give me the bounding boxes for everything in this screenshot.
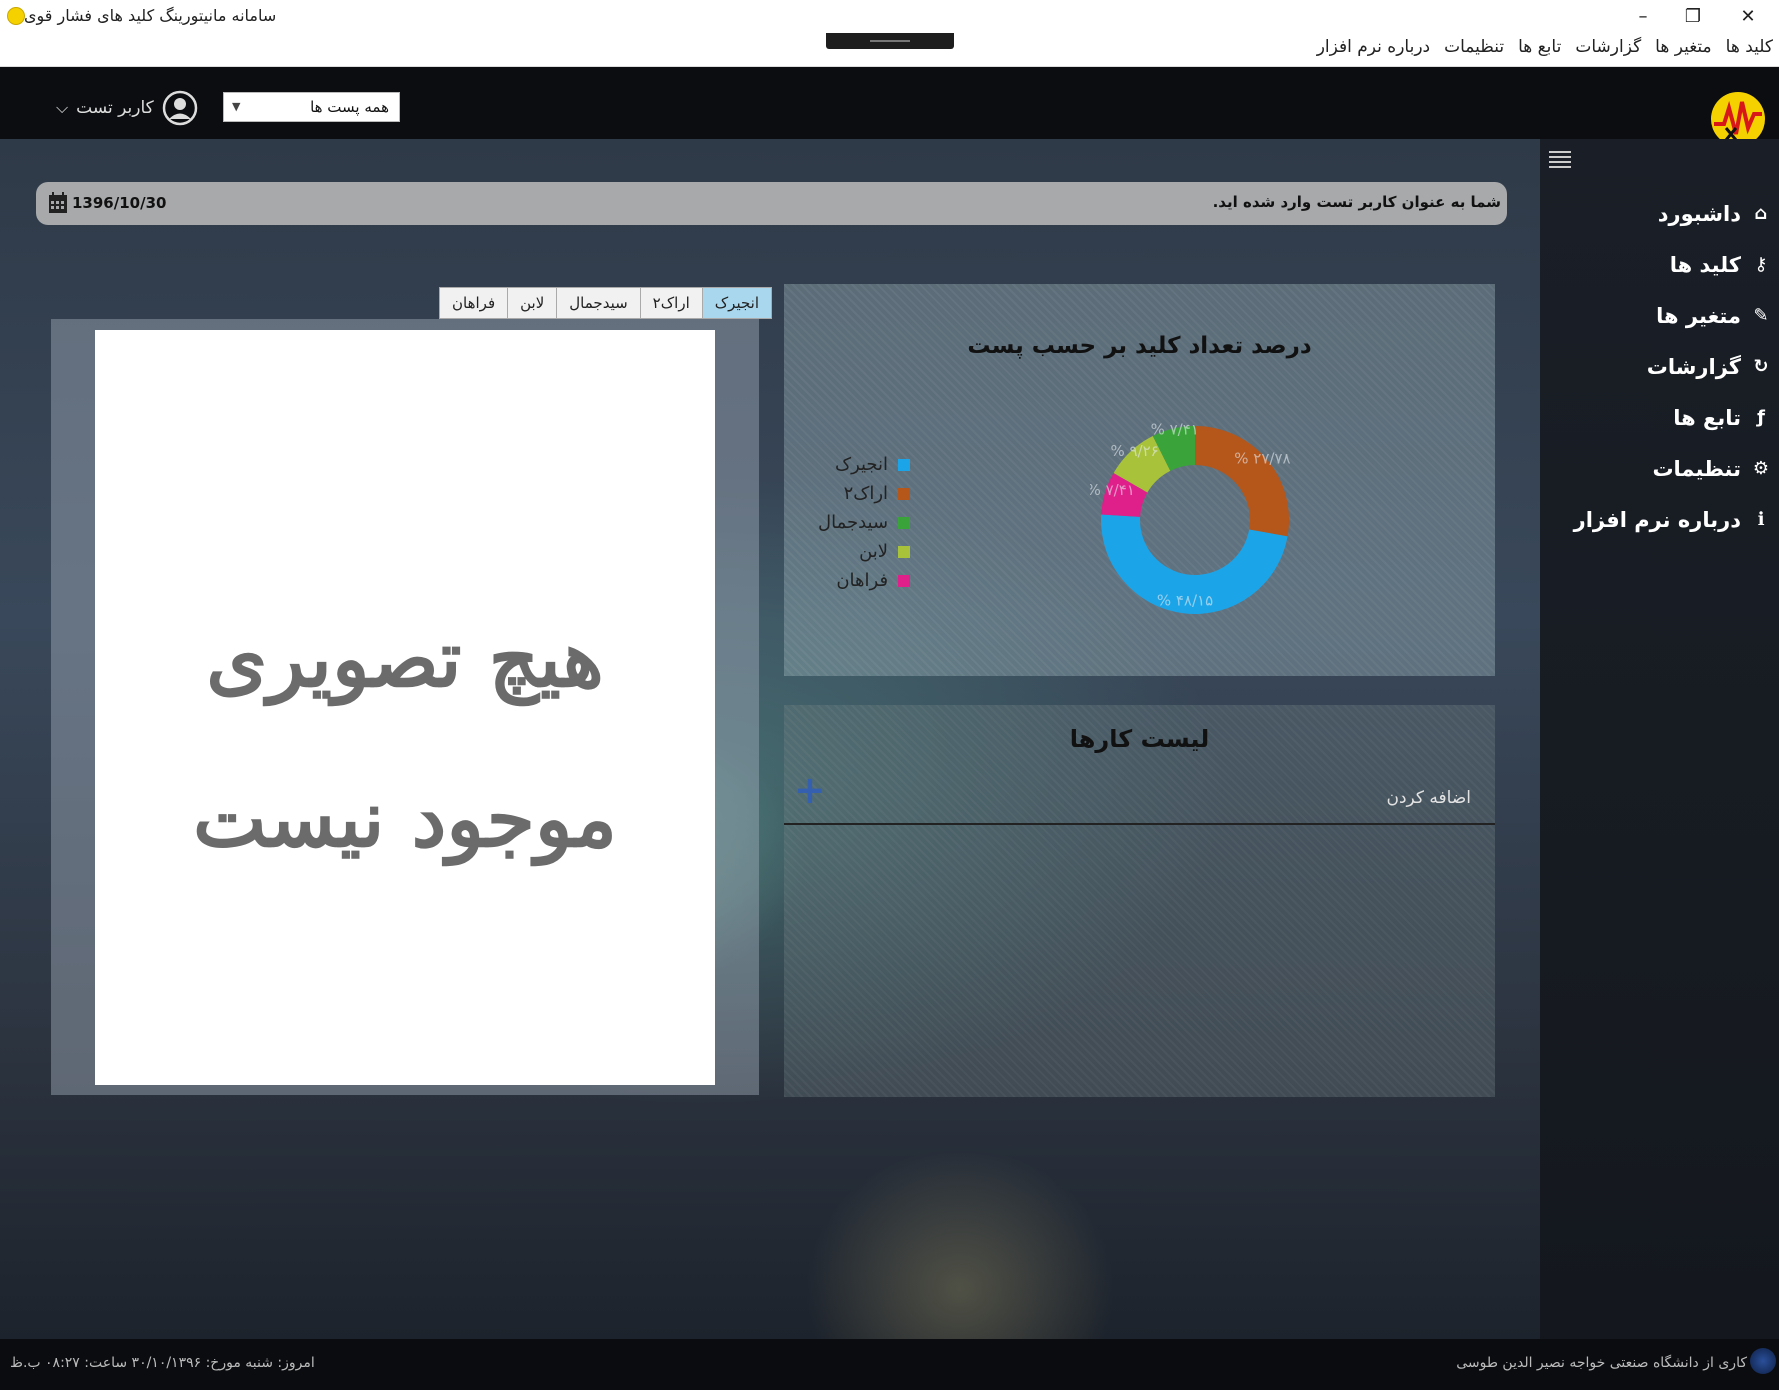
tasks-panel: لیست کارها +: [784, 705, 1495, 1097]
menu-item[interactable]: گزارشات: [1575, 37, 1641, 57]
no-image-line-2: موجود نیست: [193, 774, 617, 865]
legend-item: اراک۲: [818, 479, 911, 508]
sidebar-item-label: گزارشات: [1646, 354, 1741, 379]
sidebar-item[interactable]: ƒ تابع ها: [1574, 392, 1771, 443]
user-name: کاربر تست: [76, 98, 154, 118]
station-tab[interactable]: اراک۲: [640, 287, 703, 319]
maximize-button[interactable]: ❐: [1670, 0, 1716, 33]
chevron-down-icon: ⌵: [56, 98, 69, 117]
legend-item: سیدجمال: [818, 508, 911, 537]
sidebar-item[interactable]: ✎ متغیر ها: [1574, 290, 1771, 341]
user-menu[interactable]: ⌵ کاربر تست: [56, 86, 198, 130]
sidebar-item[interactable]: ↻ گزارشات: [1574, 341, 1771, 392]
chart-legend: انجیرک اراک۲ سیدجمال لابن فراهان: [818, 450, 911, 595]
add-task-button[interactable]: +: [794, 770, 826, 810]
variable-icon: ✎: [1753, 304, 1769, 326]
sidebar-item-label: تنظیمات: [1652, 456, 1741, 481]
drag-handle[interactable]: [826, 33, 954, 49]
legend-swatch: [898, 574, 911, 587]
sidebar-item-label: تابع ها: [1673, 405, 1741, 430]
key-icon: ⚷: [1754, 253, 1768, 275]
sidebar-item[interactable]: ⌂ داشبورد: [1574, 188, 1771, 239]
sidebar-item-label: متغیر ها: [1656, 303, 1741, 328]
menu-items: کلید ها متغیر ها گزارشات تابع ها تنظیمات دربا…: [1317, 37, 1773, 57]
gear-icon: ⚙: [1752, 457, 1770, 479]
current-date: 1396/10/30: [72, 194, 167, 212]
legend-item: فراهان: [818, 566, 911, 595]
tasks-title: لیست کارها: [1069, 725, 1210, 753]
sidebar-item-label: کلید ها: [1669, 252, 1741, 277]
legend-item: لابن: [818, 537, 911, 566]
report-icon: ↻: [1753, 355, 1769, 377]
legend-label: انجیرک: [834, 454, 889, 475]
chart-title: درصد تعداد کلید بر حسب پست: [967, 333, 1312, 359]
legend-label: فراهان: [836, 570, 889, 591]
university-logo-icon: [1750, 1348, 1776, 1374]
legend-swatch: [898, 458, 911, 471]
no-image-placeholder: هیچ تصویری موجود نیست: [95, 330, 715, 1085]
hamburger-menu-icon[interactable]: [1549, 148, 1571, 174]
calendar-icon: [49, 192, 67, 213]
close-button[interactable]: ✕: [1725, 0, 1771, 33]
station-tab[interactable]: سیدجمال: [557, 287, 641, 319]
status-bar: امروز: شنبه مورخ: ۳۰/۱۰/۱۳۹۶ ساعت: ۰۸:۲۷…: [0, 1339, 1779, 1390]
menu-item[interactable]: تابع ها: [1518, 37, 1561, 57]
menu-item[interactable]: کلید ها: [1726, 37, 1773, 57]
station-select[interactable]: همه پست ها ▼: [223, 92, 400, 122]
legend-label: لابن: [859, 541, 889, 562]
legend-item: انجیرک: [818, 450, 911, 479]
app-logo-icon: [7, 7, 25, 25]
slice-label: % ۹/۲۶: [1110, 442, 1158, 460]
sidebar-nav: ⌂ داشبورد ⚷ کلید ها ✎ متغیر ها ↻ گزارشات ƒ تابع ه…: [1574, 188, 1771, 545]
home-icon: ⌂: [1754, 202, 1768, 224]
status-credit: کاری از دانشگاه صنعتی خواجه نصیر الدین ط…: [1456, 1355, 1747, 1371]
welcome-message: شما به عنوان کاربر تست وارد شده اید.: [1212, 193, 1501, 211]
sidebar-item[interactable]: ⚷ کلید ها: [1574, 239, 1771, 290]
donut-chart: % ۲۷/۷۸ % ۴۸/۱۵ % ۷/۴۱ % ۹/۲۶ % ۷/۴۱: [1090, 420, 1291, 614]
slice-label: % ۷/۴۱: [1151, 420, 1199, 438]
station-select-value: همه پست ها: [310, 98, 389, 116]
station-tabs: انجیرک اراک۲ سیدجمال لابن فراهان: [439, 287, 773, 319]
info-icon: ℹ: [1757, 508, 1765, 530]
user-avatar-icon: [162, 90, 197, 126]
add-task-field: [784, 779, 1495, 825]
no-image-text: هیچ تصویری موجود نیست: [95, 580, 715, 900]
donut-slice[interactable]: [1195, 426, 1289, 537]
sidebar-item[interactable]: ℹ درباره نرم افزار: [1574, 494, 1771, 545]
chevron-down-icon: ▼: [232, 100, 241, 113]
legend-label: سیدجمال: [818, 512, 889, 533]
station-tab[interactable]: لابن: [508, 287, 558, 319]
station-tab[interactable]: فراهان: [439, 287, 509, 319]
menu-item[interactable]: متغیر ها: [1655, 37, 1712, 57]
menu-item[interactable]: تنظیمات: [1444, 37, 1504, 57]
welcome-date: 1396/10/30: [48, 192, 166, 214]
slice-label: % ۴۸/۱۵: [1157, 591, 1213, 609]
window-title-bar: سامانه مانیتورینگ کلید های فشار قوی – ❐ …: [0, 0, 1779, 33]
legend-label: اراک۲: [843, 483, 889, 504]
legend-swatch: [898, 487, 911, 500]
legend-swatch: [898, 545, 911, 558]
sidebar-item-label: داشبورد: [1657, 201, 1741, 226]
welcome-bar: شما به عنوان کاربر تست وارد شده اید. 139…: [36, 182, 1507, 225]
menu-bar: کلید ها متغیر ها گزارشات تابع ها تنظیمات دربا…: [0, 33, 1779, 67]
station-tab[interactable]: انجیرک: [702, 287, 773, 319]
sidebar-item[interactable]: ⚙ تنظیمات: [1574, 443, 1771, 494]
legend-swatch: [898, 516, 911, 529]
sidebar-item-label: درباره نرم افزار: [1573, 507, 1741, 532]
minimize-button[interactable]: –: [1620, 0, 1666, 33]
add-task-input[interactable]: [969, 787, 1473, 809]
status-datetime: امروز: شنبه مورخ: ۳۰/۱۰/۱۳۹۶ ساعت: ۰۸:۲۷…: [10, 1355, 315, 1371]
slice-label: % ۷/۴۱: [1090, 481, 1135, 499]
slice-label: % ۲۷/۷۸: [1234, 449, 1290, 467]
window-title: سامانه مانیتورینگ کلید های فشار قوی: [24, 6, 277, 25]
no-image-line-1: هیچ تصویری: [206, 614, 604, 705]
function-icon: ƒ: [1757, 406, 1765, 428]
menu-item[interactable]: درباره نرم افزار: [1317, 37, 1430, 57]
